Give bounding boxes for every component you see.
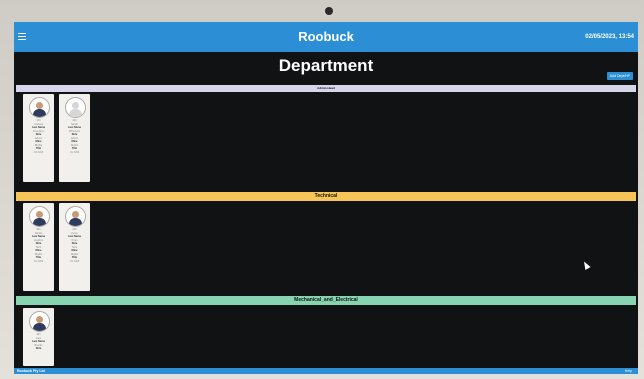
mouse-cursor-icon xyxy=(581,260,591,270)
employee-card[interactable]: 201 Daniel Last Name Hughes Role Tech Mi… xyxy=(23,203,54,291)
employee-card[interactable]: 101 Andrew Last Name Frampton Role Admin… xyxy=(23,94,54,182)
card-line: On Shift xyxy=(33,259,44,263)
page-title: Department xyxy=(278,56,374,75)
person-icon xyxy=(65,206,86,227)
person-icon xyxy=(29,311,50,332)
person-icon xyxy=(29,206,50,227)
datetime: 02/05/2023, 13:54 xyxy=(585,34,634,40)
add-department-button[interactable]: Add Dept/HF xyxy=(606,72,633,80)
section-header-admin: Admin-Head xyxy=(16,85,636,92)
screen: Roobuck 02/05/2023, 13:54 Department Add… xyxy=(14,22,638,374)
employee-card[interactable]: 202 Kevin Last Name Chen Role Tech Mine … xyxy=(59,203,90,291)
person-icon xyxy=(29,97,50,118)
card-line: On Shift xyxy=(69,150,80,154)
card-label: Role xyxy=(35,347,42,350)
card-line: On Shift xyxy=(33,150,44,154)
employee-card[interactable]: 301 Liam Last Name Brooks Role xyxy=(23,308,54,366)
footer-left-text: Roobuck Pty Ltd xyxy=(17,369,45,373)
card-line: On Shift xyxy=(69,259,80,263)
app-title: Roobuck xyxy=(298,29,354,44)
top-bar: Roobuck 02/05/2023, 13:54 xyxy=(14,22,638,52)
employee-card[interactable]: 102 Sarah Last Name Whitmore Role Admin … xyxy=(59,94,90,182)
webcam xyxy=(325,7,333,15)
section-header-mechanical-electrical: Mechanical_and_Electrical xyxy=(16,296,636,305)
section-header-technical: Technical xyxy=(16,192,636,201)
bottom-bar: Roobuck Pty Ltd Help xyxy=(14,368,638,374)
person-blank-icon xyxy=(65,97,86,118)
footer-right-text[interactable]: Help xyxy=(625,369,632,373)
